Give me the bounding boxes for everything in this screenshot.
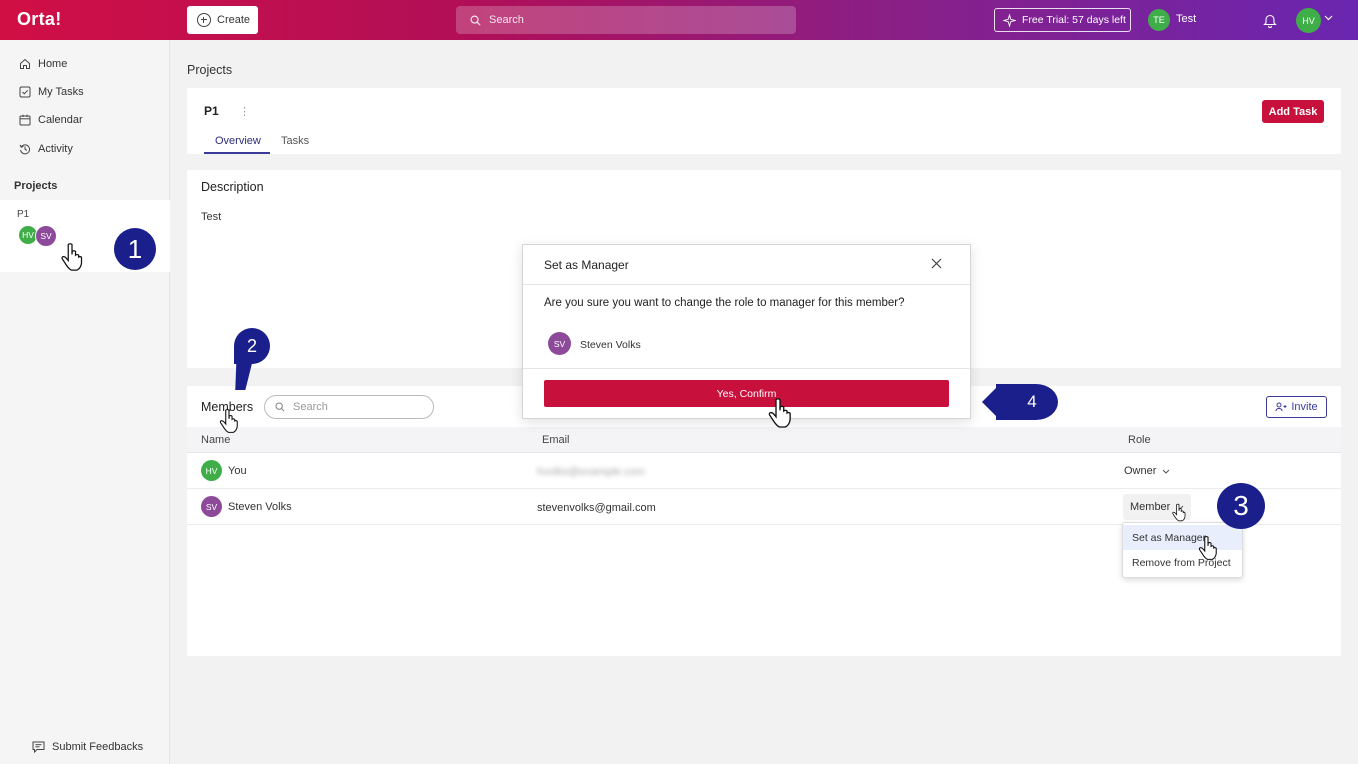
divider <box>523 368 970 369</box>
projects-heading: Projects <box>14 180 58 192</box>
workspace-avatar[interactable]: TE <box>1148 9 1170 31</box>
global-search-placeholder: Search <box>489 14 524 26</box>
global-search-input[interactable]: Search <box>456 6 796 34</box>
member-name: Steven Volks <box>228 501 292 513</box>
hand-cursor-icon <box>219 408 238 433</box>
create-button[interactable]: Create <box>187 6 258 34</box>
table-row: HV You hvolks@example.com Owner <box>187 453 1341 489</box>
invite-button[interactable]: Invite <box>1266 396 1327 418</box>
sidebar-project-name: P1 <box>17 209 30 220</box>
sidebar-item-label: Calendar <box>38 114 83 126</box>
member-name: You <box>228 465 247 477</box>
feedback-label: Submit Feedbacks <box>52 741 144 753</box>
description-text[interactable]: Test <box>201 211 221 223</box>
column-header-role: Role <box>1128 434 1151 446</box>
invite-label: Invite <box>1291 401 1318 413</box>
modal-title: Set as Manager <box>544 258 629 272</box>
workspace-name[interactable]: Test <box>1176 13 1196 25</box>
calendar-icon <box>19 114 31 126</box>
step-marker-2: 2 <box>234 328 270 364</box>
role-dropdown-menu: Set as Manager Remove from Project <box>1122 522 1243 578</box>
chevron-down-icon <box>1163 469 1170 474</box>
app-logo[interactable]: Orta! <box>17 9 62 30</box>
add-task-button[interactable]: Add Task <box>1262 100 1324 123</box>
member-email: stevenvolks@gmail.com <box>537 502 656 514</box>
menu-item-set-as-manager[interactable]: Set as Manager <box>1123 525 1242 550</box>
user-avatar[interactable]: HV <box>1296 8 1321 33</box>
members-search-input[interactable]: Search <box>264 395 434 419</box>
avatar: SV <box>548 332 571 355</box>
modal-question: Are you sure you want to change the role… <box>544 297 905 309</box>
trial-label: Free Trial: 57 days left <box>1022 14 1126 26</box>
feedback-icon <box>32 741 45 753</box>
hand-cursor-icon <box>768 398 791 428</box>
description-title: Description <box>201 180 264 194</box>
project-header: P1 ⋮ Overview Tasks Add Task <box>187 88 1341 154</box>
step-marker-1: 1 <box>114 228 156 270</box>
sidebar-item-calendar[interactable]: Calendar <box>19 114 83 126</box>
role-value: Member <box>1130 501 1171 513</box>
avatar: SV <box>201 496 222 517</box>
hand-cursor-icon <box>1172 503 1186 522</box>
hand-cursor-icon <box>61 243 83 271</box>
divider <box>523 284 970 285</box>
bell-icon[interactable] <box>1263 13 1277 28</box>
confirm-button[interactable]: Yes, Confirm <box>544 380 949 407</box>
role-value: Owner <box>1124 465 1157 477</box>
set-manager-modal: Set as Manager Are you sure you want to … <box>522 244 971 419</box>
step-marker-4: 4 <box>996 384 1058 420</box>
submit-feedback-button[interactable]: Submit Feedbacks <box>32 741 143 753</box>
history-icon <box>19 144 31 155</box>
home-icon <box>20 58 30 69</box>
sidebar: Home My Tasks Calendar Activity Projects… <box>0 40 170 764</box>
sidebar-item-label: Home <box>38 58 68 70</box>
sidebar-item-label: Activity <box>38 143 73 155</box>
kebab-menu-icon[interactable]: ⋮ <box>239 105 250 118</box>
member-email: hvolks@example.com <box>537 466 645 478</box>
modal-member-name: Steven Volks <box>580 339 641 351</box>
table-row: SV Steven Volks stevenvolks@gmail.com Me… <box>187 489 1341 525</box>
menu-item-remove-from-project[interactable]: Remove from Project <box>1123 550 1242 575</box>
create-label: Create <box>217 14 251 26</box>
tab-tasks[interactable]: Tasks <box>281 135 309 147</box>
tab-overview[interactable]: Overview <box>204 135 270 154</box>
sidebar-item-label: My Tasks <box>38 86 84 98</box>
search-icon <box>275 402 285 412</box>
search-icon <box>470 15 481 26</box>
plus-circle-icon <box>197 13 211 27</box>
add-user-icon <box>1275 402 1287 412</box>
avatar: SV <box>35 225 57 247</box>
sparkle-icon <box>1003 13 1016 27</box>
checkbox-icon <box>19 86 31 98</box>
sidebar-item-my-tasks[interactable]: My Tasks <box>19 86 84 98</box>
top-bar: Orta! Create Search Free Trial: 57 days … <box>0 0 1358 40</box>
members-table-header: Name Email Role <box>187 427 1341 453</box>
project-title: P1 <box>204 104 219 118</box>
free-trial-button[interactable]: Free Trial: 57 days left <box>994 8 1131 32</box>
step-marker-3: 3 <box>1217 483 1265 529</box>
column-header-email: Email <box>542 434 570 446</box>
role-select[interactable]: Owner <box>1124 465 1170 477</box>
chevron-down-icon[interactable] <box>1324 15 1333 21</box>
sidebar-item-home[interactable]: Home <box>19 58 67 70</box>
column-header-name: Name <box>201 434 231 446</box>
members-card: Members Search Invite Name Email Role HV… <box>187 386 1341 656</box>
page-title: Projects <box>187 63 233 77</box>
members-search-placeholder: Search <box>293 401 328 413</box>
close-icon[interactable] <box>931 258 942 269</box>
avatar: HV <box>201 460 222 481</box>
hand-cursor-icon <box>1198 535 1217 560</box>
sidebar-item-activity[interactable]: Activity <box>19 143 73 155</box>
